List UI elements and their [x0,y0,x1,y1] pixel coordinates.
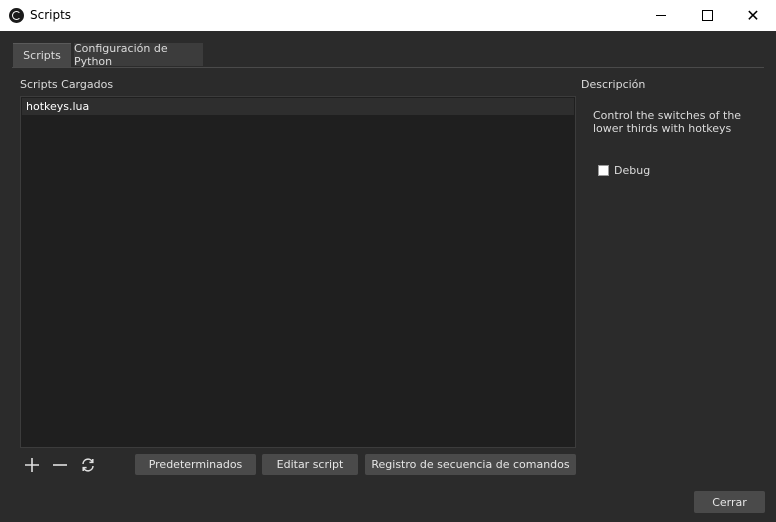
debug-label: Debug [614,163,651,177]
debug-checkbox-row[interactable]: Debug [598,163,650,177]
defaults-button[interactable]: Predeterminados [135,454,256,475]
remove-script-button[interactable] [49,456,71,474]
title-bar: Scripts ✕ [0,0,776,31]
minimize-icon [656,15,666,16]
obs-logo-icon [9,8,24,23]
tab-divider [12,67,764,68]
close-icon: ✕ [746,5,760,25]
debug-checkbox[interactable] [598,164,609,176]
plus-icon [25,458,39,472]
minimize-button[interactable] [638,0,684,31]
scripts-list[interactable]: hotkeys.lua [20,96,576,448]
minus-icon [53,464,67,466]
description-label: Descripción [581,78,646,91]
window-title: Scripts [30,8,72,22]
loaded-scripts-label: Scripts Cargados [20,78,114,91]
maximize-icon [701,10,713,21]
script-log-button[interactable]: Registro de secuencia de comandos [365,454,576,475]
reload-icon [82,458,94,472]
tab-scripts[interactable]: Scripts [13,43,71,67]
close-window-button[interactable]: ✕ [730,0,776,31]
reload-scripts-button[interactable] [77,456,99,474]
tab-python-settings[interactable]: Configuración de Python [74,42,203,68]
close-button[interactable]: Cerrar [694,491,765,513]
edit-script-button[interactable]: Editar script [262,454,358,475]
add-script-button[interactable] [21,456,43,474]
maximize-button[interactable] [684,0,730,31]
list-item[interactable]: hotkeys.lua [22,98,574,115]
description-text: Control the switches of the lower thirds… [593,109,742,135]
